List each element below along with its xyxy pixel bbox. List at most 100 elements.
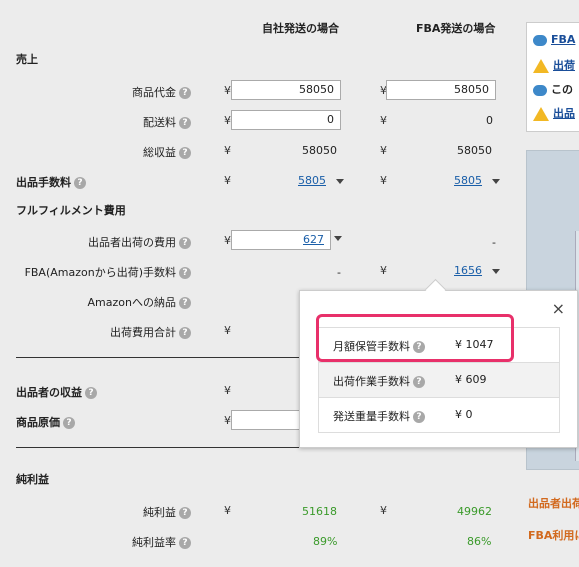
popup-arrow — [424, 278, 447, 301]
total-revenue-label: 総収益 — [143, 146, 176, 159]
ship-total-label: 出荷費用合計 — [110, 326, 176, 339]
seller-fee-self-value[interactable]: 5805 — [298, 174, 326, 187]
fee-label: 出荷作業手数料? — [333, 373, 425, 389]
notice-text: この — [551, 83, 573, 96]
row-label-net-profit: 純利益? — [143, 504, 191, 520]
weight-handling-fee-label: 発送重量手数料 — [333, 410, 410, 423]
section-seller-revenue: 出品者の収益? — [16, 384, 97, 400]
chevron-down-icon[interactable] — [491, 178, 500, 184]
help-icon[interactable]: ? — [179, 117, 191, 129]
speech-bubble-icon — [533, 84, 547, 96]
pick-pack-fee-label: 出荷作業手数料 — [333, 375, 410, 388]
help-icon[interactable]: ? — [179, 327, 191, 339]
help-icon[interactable]: ? — [179, 147, 191, 159]
chevron-down-icon[interactable] — [334, 236, 342, 241]
fba-fee-link[interactable]: 1656 — [454, 264, 500, 277]
seller-fee-fba-link[interactable]: 5805 — [454, 174, 500, 187]
section-cost: 商品原価? — [16, 414, 75, 430]
weight-handling-fee-value: ¥ 0 — [455, 408, 473, 421]
seller-fee-fba-value[interactable]: 5805 — [454, 174, 482, 187]
net-profit-self-value: 51618 — [302, 505, 337, 518]
net-margin-fba-value: 86% — [467, 535, 492, 548]
yen-symbol: ¥ — [224, 84, 231, 97]
net-profit-label: 純利益 — [143, 506, 176, 519]
yen-symbol: ¥ — [380, 144, 387, 157]
shipping-label: 配送料 — [143, 116, 176, 129]
net-profit-fba-value: 49962 — [457, 505, 492, 518]
warning-icon — [533, 107, 549, 121]
seller-fee-label: 出品手数料 — [16, 176, 71, 189]
help-icon[interactable]: ? — [179, 297, 191, 309]
header-fba-shipping: FBA発送の場合 — [416, 22, 496, 35]
help-icon[interactable]: ? — [179, 537, 191, 549]
seller-fee-self-link[interactable]: 5805 — [298, 174, 344, 187]
help-icon[interactable]: ? — [179, 267, 191, 279]
yen-symbol: ¥ — [224, 234, 231, 247]
notice-box: FBA 出荷 この 出品 — [526, 22, 579, 132]
row-label-amazon-inbound: Amazonへの納品? — [88, 294, 191, 310]
fba-fee-label: FBA(Amazonから出荷)手数料 — [24, 266, 176, 279]
warning-icon — [533, 59, 549, 73]
row-label-item-price: 商品代金? — [132, 84, 191, 100]
note-fba-usage: FBA利用に — [528, 529, 579, 542]
table-row: 出荷作業手数料? ¥ 609 — [319, 363, 559, 398]
highlight-box — [316, 314, 514, 362]
row-label-ship-total: 出荷費用合計? — [110, 324, 191, 340]
yen-symbol: ¥ — [224, 504, 231, 517]
chevron-down-icon[interactable] — [335, 178, 344, 184]
fba-fee-value[interactable]: 1656 — [454, 264, 482, 277]
yen-symbol: ¥ — [224, 114, 231, 127]
section-seller-fee: 出品手数料? — [16, 174, 86, 190]
yen-symbol: ¥ — [380, 264, 387, 277]
seller-ship-cost-value[interactable]: 627 — [303, 233, 324, 246]
help-icon[interactable]: ? — [413, 376, 425, 388]
help-icon[interactable]: ? — [74, 177, 86, 189]
item-price-self-input[interactable]: 58050 — [231, 80, 341, 100]
yen-symbol: ¥ — [224, 144, 231, 157]
yen-symbol: ¥ — [380, 504, 387, 517]
help-icon[interactable]: ? — [413, 411, 425, 423]
item-price-label: 商品代金 — [132, 86, 176, 99]
notice-item[interactable]: 出品 — [533, 105, 575, 125]
note-seller-shipping: 出品者出荷 — [528, 497, 579, 510]
section-fulfillment: フルフィルメント費用 — [16, 204, 126, 217]
yen-symbol: ¥ — [224, 174, 231, 187]
help-icon[interactable]: ? — [179, 507, 191, 519]
notice-link[interactable]: 出品 — [553, 107, 575, 120]
close-icon[interactable]: × — [552, 299, 565, 318]
shipping-self-input[interactable]: 0 — [231, 110, 341, 130]
shipping-fba-value: 0 — [486, 114, 493, 127]
row-label-total-revenue: 総収益? — [143, 144, 191, 160]
notice-link[interactable]: 出荷 — [553, 59, 575, 72]
row-label-shipping: 配送料? — [143, 114, 191, 130]
help-icon[interactable]: ? — [179, 237, 191, 249]
notice-item[interactable]: FBA — [533, 33, 575, 53]
speech-bubble-icon — [533, 34, 547, 46]
help-icon[interactable]: ? — [179, 87, 191, 99]
table-row: 発送重量手数料? ¥ 0 — [319, 398, 559, 432]
seller-revenue-label: 出品者の収益 — [16, 386, 82, 399]
help-icon[interactable]: ? — [85, 387, 97, 399]
yen-symbol: ¥ — [224, 324, 231, 337]
row-label-fba-fee: FBA(Amazonから出荷)手数料? — [25, 264, 191, 280]
net-margin-label: 純利益率 — [132, 536, 176, 549]
amazon-inbound-label: Amazonへの納品 — [87, 296, 176, 309]
yen-symbol: ¥ — [380, 174, 387, 187]
section-net-profit: 純利益 — [16, 473, 49, 486]
total-revenue-self-value: 58050 — [302, 144, 337, 157]
seller-ship-cost-input[interactable]: 627 — [231, 230, 331, 250]
pick-pack-fee-value: ¥ 609 — [455, 373, 487, 386]
seller-ship-cost-label: 出品者出荷の費用 — [88, 236, 176, 249]
total-revenue-fba-value: 58050 — [457, 144, 492, 157]
notice-link[interactable]: FBA — [551, 33, 575, 46]
notice-item[interactable]: 出荷 — [533, 57, 575, 77]
fee-label: 発送重量手数料? — [333, 408, 425, 424]
yen-symbol: ¥ — [380, 114, 387, 127]
help-icon[interactable]: ? — [63, 417, 75, 429]
chevron-down-icon[interactable] — [491, 268, 500, 274]
row-label-seller-ship-cost: 出品者出荷の費用? — [88, 234, 191, 250]
yen-symbol: ¥ — [224, 414, 231, 427]
item-price-fba-input[interactable]: 58050 — [386, 80, 496, 100]
seller-ship-cost-fba-value: - — [492, 236, 496, 249]
notice-item: この — [533, 81, 573, 101]
